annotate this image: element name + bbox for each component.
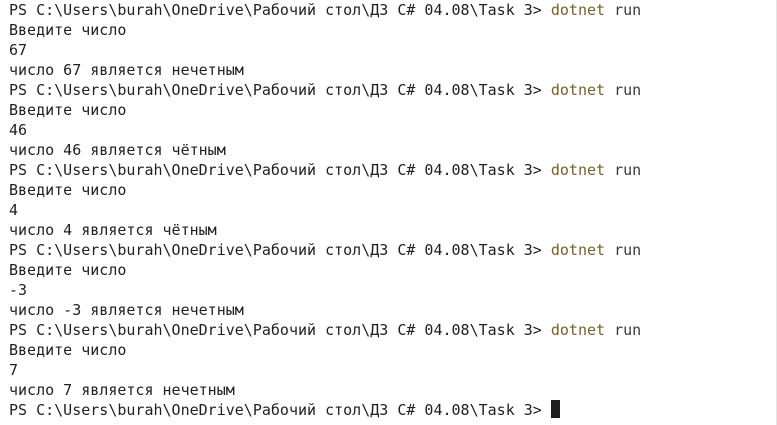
text-cursor	[550, 400, 560, 418]
user-input: -3	[9, 281, 28, 299]
prompt-line: PS C:\Users\burah\OneDrive\Рабочий стол\…	[9, 320, 777, 340]
command-arg: run	[614, 81, 642, 99]
terminal-output[interactable]: PS C:\Users\burah\OneDrive\Рабочий стол\…	[0, 0, 777, 425]
output-ask: Введите число	[9, 341, 127, 359]
user-input: 4	[9, 201, 19, 219]
user-input: 46	[9, 121, 28, 139]
prompt-path: PS C:\Users\burah\OneDrive\Рабочий стол\…	[9, 161, 551, 179]
command-arg: run	[614, 241, 642, 259]
output-ask: Введите число	[9, 181, 127, 199]
command-name: dotnet	[550, 321, 606, 339]
active-prompt-line[interactable]: PS C:\Users\burah\OneDrive\Рабочий стол\…	[9, 400, 777, 420]
command-name: dotnet	[550, 1, 606, 19]
prompt-path: PS C:\Users\burah\OneDrive\Рабочий стол\…	[9, 1, 551, 19]
prompt-path: PS C:\Users\burah\OneDrive\Рабочий стол\…	[9, 401, 551, 419]
output-result: число 4 является чётным	[9, 221, 217, 239]
user-input: 7	[9, 361, 19, 379]
command-arg: run	[614, 321, 642, 339]
prompt-path: PS C:\Users\burah\OneDrive\Рабочий стол\…	[9, 81, 551, 99]
prompt-line: PS C:\Users\burah\OneDrive\Рабочий стол\…	[9, 240, 777, 260]
prompt-path: PS C:\Users\burah\OneDrive\Рабочий стол\…	[9, 321, 551, 339]
user-input: 67	[9, 41, 28, 59]
output-ask: Введите число	[9, 261, 127, 279]
command-arg: run	[614, 1, 642, 19]
command-name: dotnet	[550, 81, 606, 99]
output-ask: Введите число	[9, 101, 127, 119]
prompt-line: PS C:\Users\burah\OneDrive\Рабочий стол\…	[9, 0, 777, 20]
prompt-line: PS C:\Users\burah\OneDrive\Рабочий стол\…	[9, 160, 777, 180]
command-arg: run	[614, 161, 642, 179]
prompt-path: PS C:\Users\burah\OneDrive\Рабочий стол\…	[9, 241, 551, 259]
output-result: число 46 является чётным	[9, 141, 226, 159]
output-result: число 67 является нечетным	[9, 61, 244, 79]
output-ask: Введите число	[9, 21, 127, 39]
output-result: число -3 является нечетным	[9, 301, 244, 319]
command-name: dotnet	[550, 161, 606, 179]
output-result: число 7 является нечетным	[9, 381, 235, 399]
prompt-line: PS C:\Users\burah\OneDrive\Рабочий стол\…	[9, 80, 777, 100]
command-name: dotnet	[550, 241, 606, 259]
